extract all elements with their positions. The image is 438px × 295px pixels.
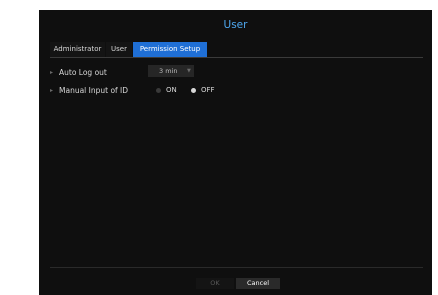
- tab-user[interactable]: User: [106, 42, 132, 57]
- user-dialog: User Administrator User Permission Setup…: [39, 10, 432, 295]
- ok-button[interactable]: OK: [196, 278, 234, 289]
- manual-id-label: Manual Input of ID: [59, 85, 129, 95]
- radio-on-label: ON: [166, 86, 177, 94]
- footer-divider: [50, 267, 423, 268]
- triangle-down-icon: ▼: [187, 68, 191, 74]
- radio-on[interactable]: ON: [156, 83, 177, 97]
- tab-bar: Administrator User Permission Setup: [50, 42, 208, 57]
- radio-off-label: OFF: [201, 86, 215, 94]
- dialog-title: User: [223, 19, 248, 31]
- auto-logout-row: ▸ Auto Log out 3 min ▼: [50, 65, 423, 79]
- bullet-arrow-icon: ▸: [50, 86, 54, 94]
- tab-divider: [50, 57, 423, 58]
- auto-logout-value: 3 min: [159, 67, 178, 75]
- radio-selected-icon: [191, 87, 196, 93]
- radio-off[interactable]: OFF: [191, 83, 215, 97]
- tab-permission-setup[interactable]: Permission Setup: [133, 42, 207, 57]
- bullet-arrow-icon: ▸: [50, 68, 54, 76]
- radio-unselected-icon: [156, 87, 161, 93]
- auto-logout-select[interactable]: 3 min ▼: [148, 65, 194, 77]
- manual-id-row: ▸ Manual Input of ID ON OFF: [50, 83, 423, 97]
- cancel-button[interactable]: Cancel: [236, 278, 280, 289]
- auto-logout-label: Auto Log out: [59, 67, 107, 77]
- tab-administrator[interactable]: Administrator: [50, 42, 105, 57]
